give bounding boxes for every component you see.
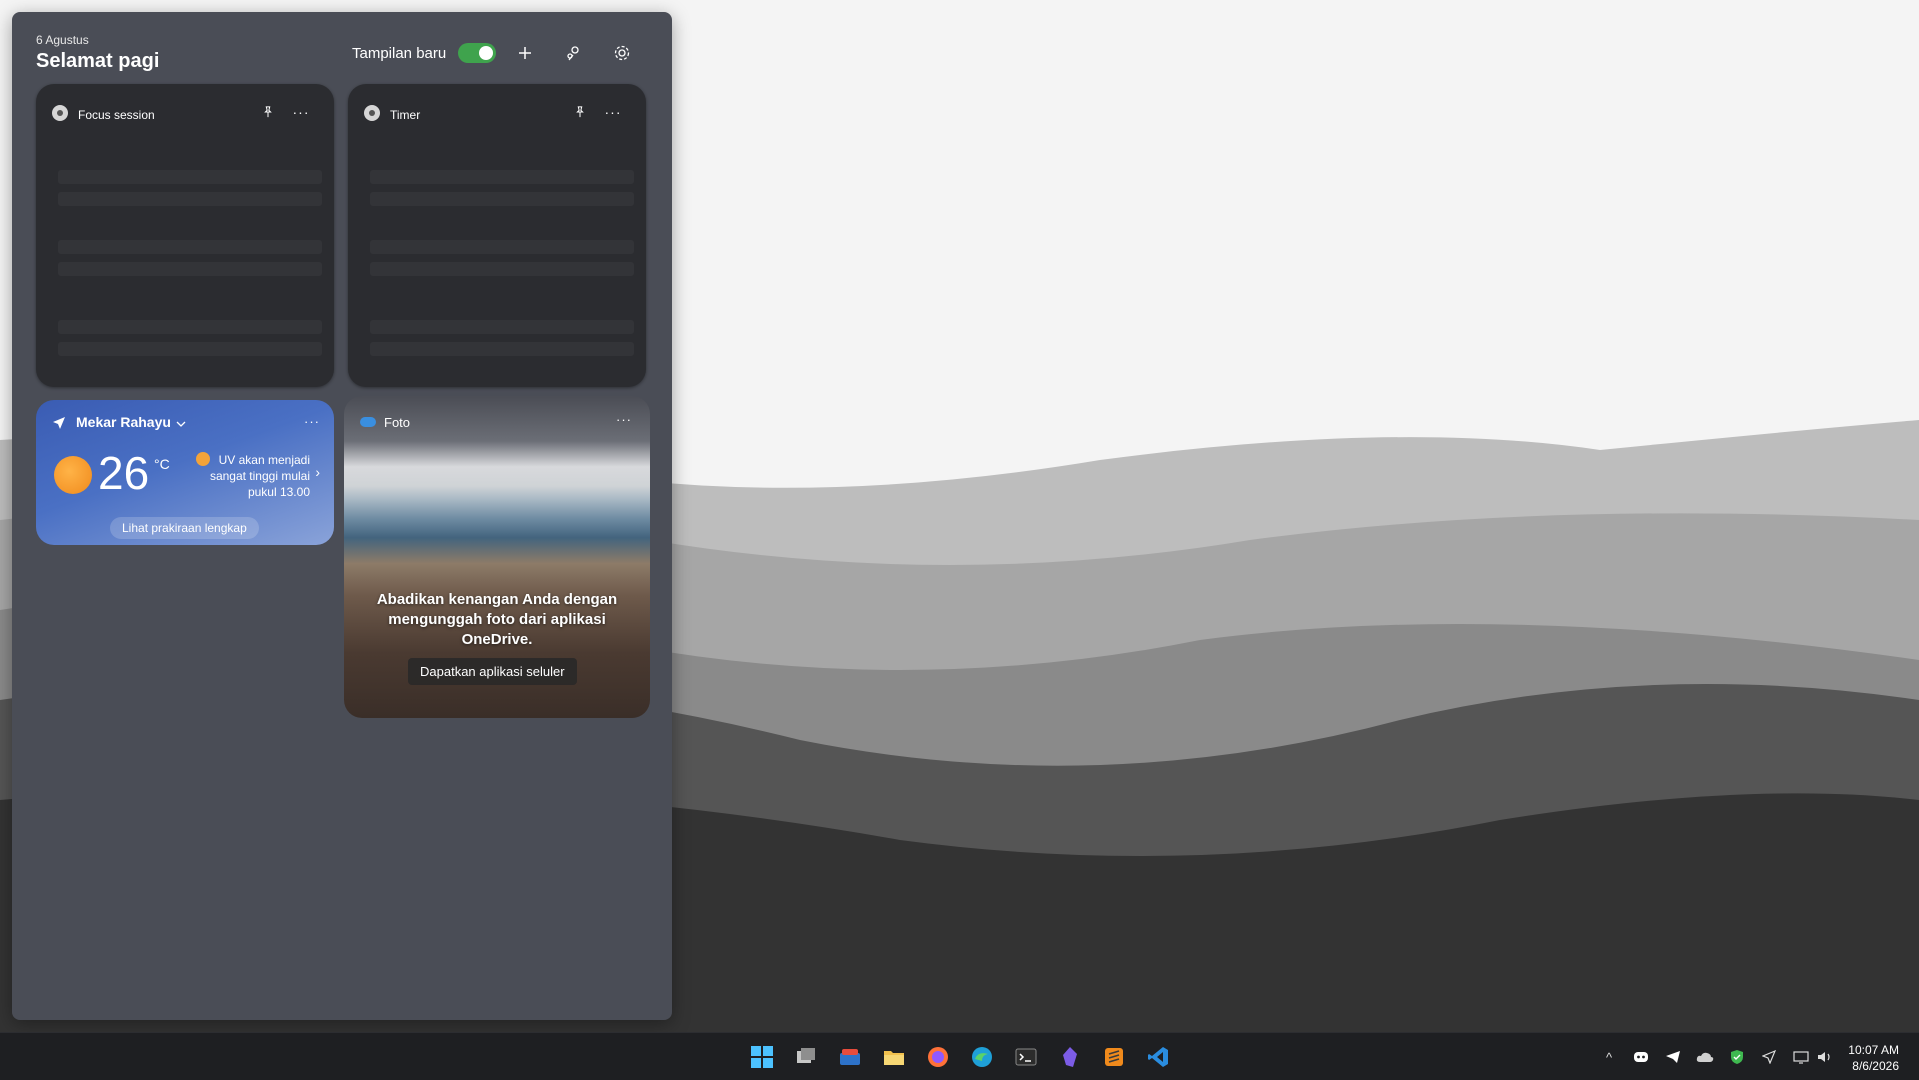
clock-date: 8/6/2026	[1852, 1059, 1899, 1073]
more-options-button[interactable]: ···	[616, 412, 632, 427]
file-explorer-icon[interactable]	[880, 1043, 908, 1071]
pin-icon	[264, 106, 272, 118]
timer-title: Timer	[390, 108, 421, 122]
weather-temperature: 26	[98, 447, 150, 499]
pin-button[interactable]	[258, 102, 278, 122]
chevron-down-icon[interactable]	[176, 420, 186, 428]
more-options-button[interactable]: ···	[304, 414, 320, 429]
photos-message: Abadikan kenangan Anda dengan mengunggah…	[376, 591, 618, 648]
loading-placeholder	[58, 170, 322, 184]
task-view-icon[interactable]	[792, 1043, 820, 1071]
system-clock[interactable]: 10:07 AM 8/6/2026	[1848, 1042, 1899, 1074]
plus-icon	[519, 47, 531, 59]
location-arrow-icon	[53, 417, 65, 429]
toggle-knob	[479, 46, 493, 60]
loading-placeholder	[370, 342, 634, 356]
loading-placeholder	[370, 170, 634, 184]
widgets-panel: 6 Agustus Selamat pagi Tampilan baru Foc…	[12, 12, 672, 1020]
loading-placeholder	[370, 320, 634, 334]
loading-placeholder	[58, 240, 322, 254]
chevron-up-icon[interactable]: ^	[1599, 1047, 1619, 1067]
edge-icon[interactable]	[968, 1043, 996, 1071]
loading-placeholder	[370, 192, 634, 206]
volume-icon[interactable]	[1815, 1047, 1835, 1067]
focus-session-card[interactable]: Focus session ···	[36, 84, 334, 387]
uv-line: sangat tinggi mulai	[209, 469, 310, 483]
widgets-date: 6 Agustus	[36, 33, 89, 47]
widgets-icon[interactable]	[836, 1043, 864, 1071]
photos-card[interactable]: Foto ··· Abadikan kenangan Anda dengan m…	[344, 396, 650, 718]
loading-placeholder	[370, 240, 634, 254]
account-button[interactable]	[561, 40, 587, 66]
loading-placeholder	[370, 262, 634, 276]
widgets-greeting: Selamat pagi	[36, 50, 160, 72]
sublime-text-icon[interactable]	[1100, 1043, 1128, 1071]
chevron-right-icon[interactable]: ›	[315, 464, 320, 480]
uv-line: pukul 13.00	[247, 485, 310, 499]
photos-title: Foto	[384, 415, 411, 430]
defender-icon[interactable]	[1727, 1047, 1747, 1067]
telegram-icon[interactable]	[1663, 1047, 1683, 1067]
pin-icon	[576, 106, 584, 118]
clock-app-icon	[364, 105, 380, 121]
firefox-icon[interactable]	[924, 1043, 952, 1071]
get-mobile-app-button[interactable]: Dapatkan aplikasi seluler	[408, 658, 577, 685]
settings-button[interactable]	[609, 40, 635, 66]
loading-placeholder	[58, 320, 322, 334]
loading-placeholder	[58, 192, 322, 206]
user-link-icon	[567, 46, 579, 61]
onedrive-icon[interactable]	[1695, 1047, 1715, 1067]
vscode-icon[interactable]	[1144, 1043, 1172, 1071]
focus-session-title: Focus session	[78, 108, 155, 122]
new-view-toggle-label: Tampilan baru	[352, 45, 447, 62]
clock-time: 10:07 AM	[1848, 1043, 1899, 1057]
network-icon[interactable]	[1791, 1047, 1811, 1067]
uv-line: UV akan menjadi	[218, 453, 310, 467]
timer-card[interactable]: Timer ···	[348, 84, 646, 387]
more-options-button[interactable]: ···	[602, 102, 624, 122]
taskbar: ^ 10:07 AM 8/6/2026	[0, 1032, 1919, 1080]
discord-icon[interactable]	[1631, 1047, 1651, 1067]
pin-button[interactable]	[570, 102, 590, 122]
location-icon[interactable]	[1759, 1047, 1779, 1067]
clock-app-icon	[52, 105, 68, 121]
terminal-icon[interactable]	[1012, 1043, 1040, 1071]
uv-forecast[interactable]: UV akan menjadi sangat tinggi mulai puku…	[176, 452, 310, 500]
start-icon[interactable]	[748, 1043, 776, 1071]
add-widget-button[interactable]	[512, 40, 538, 66]
weather-card[interactable]: Mekar Rahayu ··· 26 °C UV akan menjadi s…	[36, 400, 334, 545]
onedrive-icon	[360, 417, 376, 427]
obsidian-icon[interactable]	[1056, 1043, 1084, 1071]
loading-placeholder	[58, 262, 322, 276]
loading-placeholder	[58, 342, 322, 356]
new-view-toggle[interactable]	[458, 43, 496, 63]
more-options-button[interactable]: ···	[290, 102, 312, 122]
sunny-icon	[54, 456, 92, 494]
gear-icon	[614, 45, 630, 61]
weather-location[interactable]: Mekar Rahayu	[76, 414, 171, 430]
full-forecast-button[interactable]: Lihat prakiraan lengkap	[110, 517, 259, 539]
weather-unit: °C	[154, 456, 170, 472]
